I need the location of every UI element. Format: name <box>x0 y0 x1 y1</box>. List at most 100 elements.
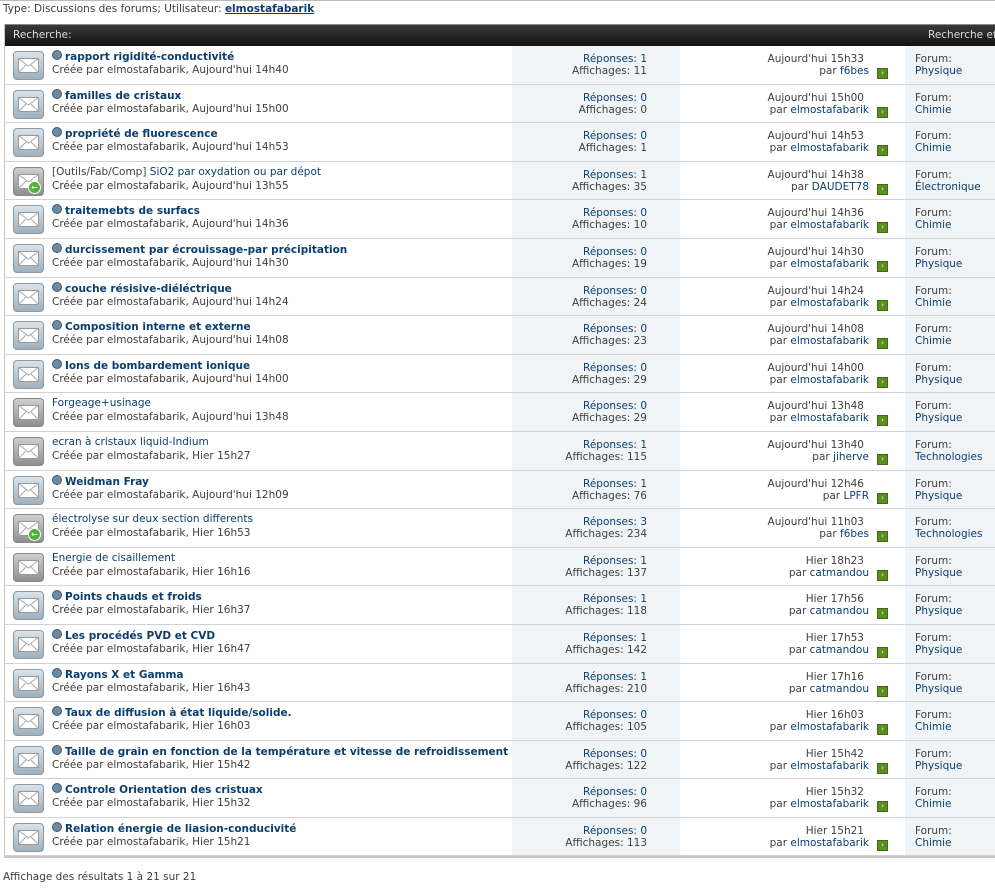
go-to-last-post-icon[interactable]: › <box>877 801 888 813</box>
forum-link[interactable]: Physique <box>915 65 962 77</box>
last-poster-link[interactable]: LPFR <box>843 490 869 502</box>
last-poster-link[interactable]: elmostafabarik <box>790 104 869 116</box>
forum-link[interactable]: Physique <box>915 567 962 579</box>
go-to-last-post-icon[interactable]: › <box>877 608 888 620</box>
last-poster-link[interactable]: elmostafabarik <box>790 760 869 772</box>
go-to-last-post-icon[interactable]: › <box>877 492 888 504</box>
thread-title-link[interactable]: couche résisive-diéléctrique <box>65 283 232 295</box>
thread-title-link[interactable]: ecran à cristaux liquid-Indium <box>52 436 209 448</box>
thread-title-link[interactable]: Composition interne et externe <box>65 321 251 333</box>
thread-title-link[interactable]: SiO2 par oxydation ou par dépot <box>150 166 321 178</box>
new-post-icon[interactable] <box>52 320 62 331</box>
thread-title-link[interactable]: Weidman Fray <box>65 476 149 488</box>
go-to-last-post-icon[interactable]: › <box>877 338 888 350</box>
thread-title-link[interactable]: Rayons X et Gamma <box>65 669 184 681</box>
thread-title-link[interactable]: Ions de bombardement ionique <box>65 360 250 372</box>
forum-link[interactable]: Physique <box>915 644 962 656</box>
forum-link[interactable]: Technologies <box>915 451 982 463</box>
forum-link[interactable]: Physique <box>915 490 962 502</box>
forum-link[interactable]: Chimie <box>915 798 952 810</box>
last-poster-link[interactable]: elmostafabarik <box>790 837 869 849</box>
last-poster-link[interactable]: jiherve <box>833 451 869 463</box>
go-to-last-post-icon[interactable]: › <box>877 453 888 465</box>
new-post-icon[interactable] <box>52 127 62 138</box>
thread-title-link[interactable]: rapport rigidité-conductivité <box>65 51 234 63</box>
thread-title-link[interactable]: Les procédés PVD et CVD <box>65 630 215 642</box>
forum-link[interactable]: Électronique <box>915 181 981 193</box>
last-poster-link[interactable]: elmostafabarik <box>790 798 869 810</box>
last-poster-link[interactable]: f6bes <box>840 528 869 540</box>
last-poster-link[interactable]: elmostafabarik <box>790 297 869 309</box>
forum-link[interactable]: Chimie <box>915 219 952 231</box>
go-to-last-post-icon[interactable]: › <box>877 569 888 581</box>
forum-link[interactable]: Chimie <box>915 104 952 116</box>
new-post-icon[interactable] <box>52 821 62 832</box>
go-to-last-post-icon[interactable]: › <box>877 145 888 157</box>
thread-title-link[interactable]: Taille de grain en fonction de la tempér… <box>65 746 508 758</box>
last-poster-link[interactable]: catmandou <box>810 605 869 617</box>
thread-title-link[interactable]: Taux de diffusion à état liquide/solide. <box>65 707 292 719</box>
thread-title-link[interactable]: Controle Orientation des cristuax <box>65 784 263 796</box>
last-poster-link[interactable]: catmandou <box>810 683 869 695</box>
go-to-last-post-icon[interactable]: › <box>877 531 888 543</box>
forum-link[interactable]: Physique <box>915 683 962 695</box>
last-poster-link[interactable]: elmostafabarik <box>790 374 869 386</box>
go-to-last-post-icon[interactable]: › <box>877 685 888 697</box>
thread-title-link[interactable]: Energie de cisaillement <box>52 552 175 564</box>
new-post-icon[interactable] <box>52 667 62 678</box>
new-post-icon[interactable] <box>52 242 62 253</box>
last-poster-link[interactable]: elmostafabarik <box>790 258 869 270</box>
last-poster-link[interactable]: elmostafabarik <box>790 721 869 733</box>
new-post-icon[interactable] <box>52 474 62 485</box>
user-link[interactable]: elmostafabarik <box>225 3 314 15</box>
new-post-icon[interactable] <box>52 204 62 215</box>
forum-link[interactable]: Physique <box>915 760 962 772</box>
last-poster-link[interactable]: f6bes <box>840 65 869 77</box>
new-post-icon[interactable] <box>52 281 62 292</box>
new-post-icon[interactable] <box>52 706 62 717</box>
forum-link[interactable]: Chimie <box>915 142 952 154</box>
forum-link[interactable]: Chimie <box>915 721 952 733</box>
new-post-icon[interactable] <box>52 590 62 601</box>
go-to-last-post-icon[interactable]: › <box>877 415 888 427</box>
forum-link[interactable]: Chimie <box>915 335 952 347</box>
thread-title-link[interactable]: durcissement par écrouissage-par précipi… <box>65 244 347 256</box>
go-to-last-post-icon[interactable]: › <box>877 376 888 388</box>
go-to-last-post-icon[interactable]: › <box>877 68 888 79</box>
last-poster-link[interactable]: catmandou <box>810 567 869 579</box>
last-poster-link[interactable]: elmostafabarik <box>790 219 869 231</box>
thread-title-link[interactable]: propriété de fluorescence <box>65 128 218 140</box>
thread-title-link[interactable]: traitemebts de surfacs <box>65 205 200 217</box>
forum-link[interactable]: Physique <box>915 374 962 386</box>
new-post-icon[interactable] <box>52 88 62 99</box>
go-to-last-post-icon[interactable]: › <box>877 222 888 234</box>
new-post-icon[interactable] <box>52 783 62 794</box>
thread-title-link[interactable]: Relation énergie de liasion-conducivité <box>65 823 296 835</box>
new-post-icon[interactable] <box>52 50 62 60</box>
forum-link[interactable]: Chimie <box>915 297 952 309</box>
thread-title-link[interactable]: Points chauds et froids <box>65 591 202 603</box>
last-poster-link[interactable]: catmandou <box>810 644 869 656</box>
go-to-last-post-icon[interactable]: › <box>877 646 888 658</box>
last-poster-link[interactable]: elmostafabarik <box>790 142 869 154</box>
go-to-last-post-icon[interactable]: › <box>877 106 888 118</box>
go-to-last-post-icon[interactable]: › <box>877 839 888 851</box>
forum-link[interactable]: Physique <box>915 605 962 617</box>
go-to-last-post-icon[interactable]: › <box>877 299 888 311</box>
forum-link[interactable]: Technologies <box>915 528 982 540</box>
go-to-last-post-icon[interactable]: › <box>877 183 888 195</box>
last-poster-link[interactable]: elmostafabarik <box>790 335 869 347</box>
new-post-icon[interactable] <box>52 358 62 369</box>
forum-link[interactable]: Chimie <box>915 837 952 849</box>
last-poster-link[interactable]: DAUDET78 <box>812 181 869 193</box>
new-post-icon[interactable] <box>52 628 62 639</box>
go-to-last-post-icon[interactable]: › <box>877 762 888 774</box>
last-poster-link[interactable]: elmostafabarik <box>790 412 869 424</box>
go-to-last-post-icon[interactable]: › <box>877 724 888 736</box>
forum-link[interactable]: Physique <box>915 258 962 270</box>
thread-title-link[interactable]: électrolyse sur deux section differents <box>52 513 253 525</box>
forum-link[interactable]: Physique <box>915 412 962 424</box>
thread-title-link[interactable]: Forgeage+usinage <box>52 397 151 409</box>
go-to-last-post-icon[interactable]: › <box>877 260 888 272</box>
thread-title-link[interactable]: familles de cristaux <box>65 90 181 102</box>
